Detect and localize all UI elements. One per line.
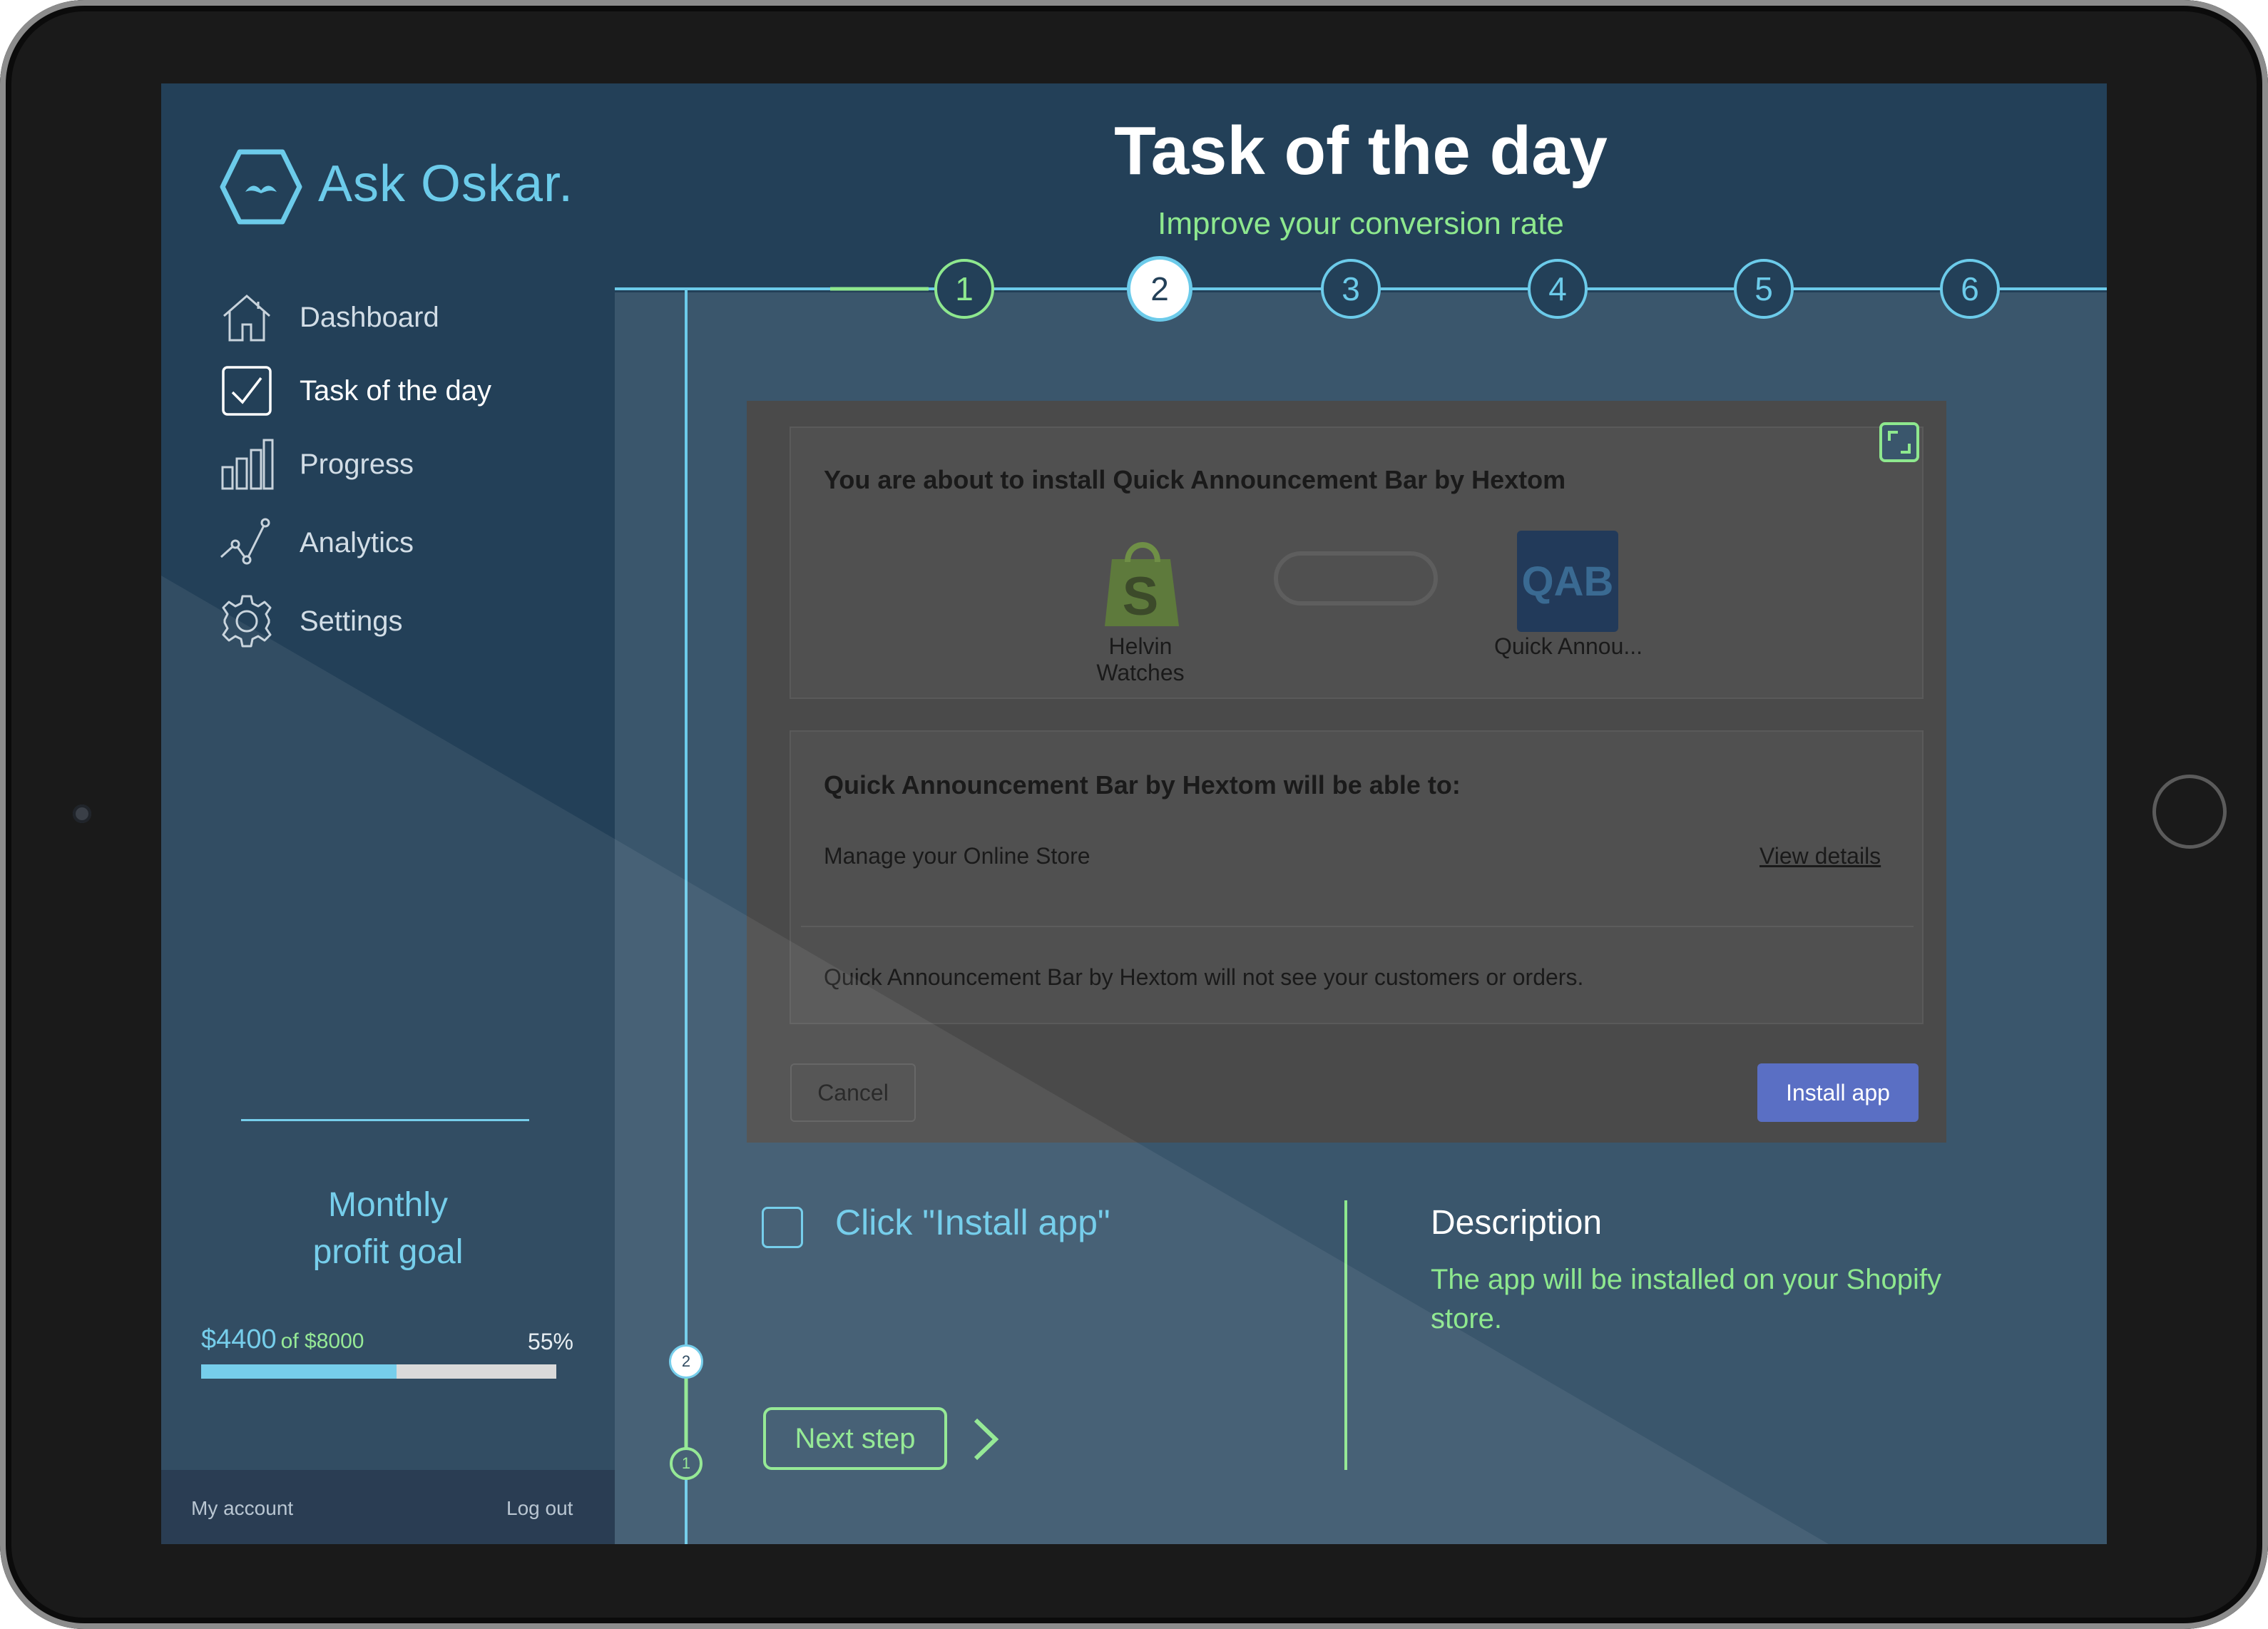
shopify-bag-icon: S (1105, 542, 1179, 627)
sidebar-item-settings[interactable]: Settings (218, 593, 589, 650)
timeline-marker-2: 2 (669, 1344, 703, 1379)
profit-goal-progress-fill (201, 1364, 397, 1379)
sidebar-item-task-of-the-day[interactable]: Task of the day (218, 362, 589, 419)
install-summary-card: You are about to install Quick Announcem… (790, 427, 1924, 699)
permissions-divider (801, 926, 1914, 927)
home-button[interactable] (2152, 775, 2227, 849)
sidebar-footer: My account Log out (161, 1470, 615, 1544)
log-out-link[interactable]: Log out (506, 1497, 573, 1520)
step-3[interactable]: 3 (1321, 259, 1381, 319)
privacy-note: Quick Announcement Bar by Hextom will no… (824, 964, 1584, 990)
description-text: The app will be installed on your Shopif… (1431, 1264, 1941, 1334)
permission-item: Manage your Online Store (824, 843, 1090, 869)
oskar-logo-icon (220, 149, 302, 225)
step-5[interactable]: 5 (1734, 259, 1794, 319)
sidebar-divider (241, 1119, 529, 1121)
home-icon (218, 289, 275, 346)
camera (73, 805, 91, 823)
timeline-marker-1: 1 (670, 1447, 703, 1480)
next-step-button[interactable]: Next step (763, 1407, 947, 1470)
task-checkbox[interactable] (762, 1207, 803, 1248)
app-name: Quick Annou... (1493, 633, 1643, 659)
step-2[interactable]: 2 (1127, 256, 1192, 322)
sidebar-item-label: Dashboard (300, 301, 439, 333)
qab-app-logo: QAB (1517, 531, 1618, 632)
profit-goal-amount: $4400 of $8000 (201, 1324, 364, 1354)
task-divider (1344, 1200, 1347, 1470)
step-4[interactable]: 4 (1528, 259, 1588, 319)
permissions-card: Quick Announcement Bar by Hextom will be… (790, 730, 1924, 1024)
checkbox-icon (218, 362, 275, 419)
view-details-link[interactable]: View details (1759, 843, 1881, 869)
install-app-button[interactable]: Install app (1757, 1063, 1919, 1122)
step-1[interactable]: 1 (934, 259, 994, 319)
sidebar-item-label: Progress (300, 448, 414, 480)
tablet-frame: Ask Oskar. Dashboard Task of the day Pro… (0, 0, 2268, 1629)
profit-goal-title: Monthly profit goal (312, 1186, 464, 1271)
step-indicator: 1 2 3 4 5 6 7 (615, 255, 2107, 340)
expand-icon[interactable] (1879, 422, 1919, 462)
profit-goal-percent: 55% (527, 1329, 573, 1354)
sidebar-item-label: Analytics (300, 526, 414, 558)
profit-goal-progress-bar (201, 1364, 556, 1379)
chevron-right-icon[interactable] (969, 1414, 1004, 1464)
cancel-button[interactable]: Cancel (790, 1063, 916, 1122)
app-screen: Ask Oskar. Dashboard Task of the day Pro… (161, 83, 2107, 1544)
task-instruction: Click "Install app" (835, 1202, 1110, 1242)
page-title: Task of the day (1114, 113, 1608, 189)
bar-chart-icon (218, 436, 275, 493)
sidebar-item-analytics[interactable]: Analytics (218, 514, 589, 571)
connection-arrows-icon (1274, 551, 1438, 606)
sidebar: Ask Oskar. Dashboard Task of the day Pro… (161, 83, 615, 1544)
sidebar-item-label: Task of the day (300, 374, 492, 407)
sidebar-item-progress[interactable]: Progress (218, 436, 589, 493)
install-heading: You are about to install Quick Announcem… (824, 465, 1566, 494)
install-dialog-preview: You are about to install Quick Announcem… (747, 401, 1946, 1143)
step-6[interactable]: 6 (1940, 259, 2000, 319)
svg-text:S: S (1123, 566, 1159, 627)
my-account-link[interactable]: My account (191, 1497, 293, 1520)
sidebar-item-label: Settings (300, 605, 403, 637)
gear-icon (218, 593, 275, 650)
brand-name: Ask Oskar. (318, 155, 574, 213)
store-name: Helvin Watches (1096, 633, 1185, 685)
page-subtitle: Improve your conversion rate (1158, 206, 1564, 241)
sidebar-item-dashboard[interactable]: Dashboard (218, 289, 589, 346)
description-title: Description (1431, 1204, 1603, 1242)
permissions-heading: Quick Announcement Bar by Hextom will be… (824, 770, 1461, 800)
line-chart-icon (218, 514, 275, 571)
